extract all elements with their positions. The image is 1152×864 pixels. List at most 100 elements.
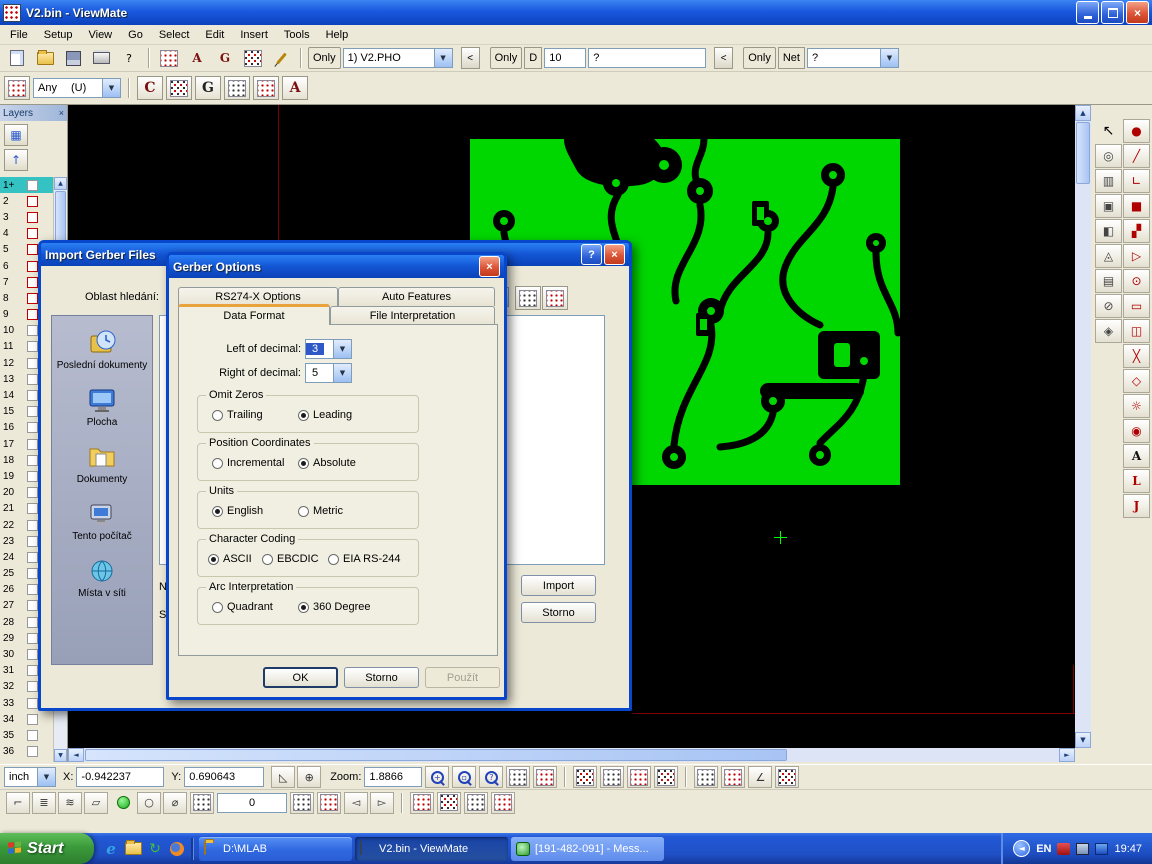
ok-button[interactable]: OK [263,667,338,688]
scroll-up-icon[interactable]: ▲ [54,177,67,190]
tool-button[interactable]: ● [1123,119,1150,143]
dcode-display-button[interactable] [694,766,718,788]
layer-color-swatch[interactable] [27,455,38,466]
scroll-left-icon[interactable]: ◄ [68,748,84,762]
layer-color-swatch[interactable] [27,503,38,514]
table-button[interactable] [190,792,214,814]
tool-button[interactable]: ◈ [1095,319,1122,343]
radio-absolute[interactable]: Absolute [298,457,356,469]
layer-color-swatch[interactable] [27,374,38,385]
scroll-up-icon[interactable]: ▲ [1075,105,1091,121]
layer-color-swatch[interactable] [27,309,38,320]
layer-color-swatch[interactable] [27,212,38,223]
aperture-g-button[interactable]: G [212,46,238,70]
pattern-button[interactable] [410,792,434,814]
chevron-down-icon[interactable]: ▼ [102,79,120,97]
tab-file-interpretation[interactable]: File Interpretation [330,306,495,325]
grid-filter-button[interactable] [166,76,192,100]
new-file-button[interactable] [4,46,30,70]
radio-ebcdic[interactable]: EBCDIC [262,553,319,565]
radio-incremental[interactable]: Incremental [212,457,284,469]
views-menu-button[interactable] [542,286,568,310]
grid-snap-button[interactable] [533,766,557,788]
menu-item[interactable]: File [2,27,36,43]
refresh-icon[interactable]: ↻ [146,840,164,858]
tool-button[interactable]: ◧ [1095,219,1122,243]
explorer-folder-icon[interactable] [124,840,142,858]
radio-360-degree[interactable]: 360 Degree [298,601,371,613]
radio-metric[interactable]: Metric [298,505,343,517]
radio-trailing[interactable]: Trailing [212,409,263,421]
context-help-button[interactable]: ? [116,46,142,70]
network-status-icon[interactable] [1095,843,1108,855]
tool-button[interactable]: ☼ [1123,394,1150,418]
task-mlab-folder[interactable]: D:\MLAB [199,837,352,861]
tool-button[interactable]: ◬ [1095,244,1122,268]
selection-filter-button[interactable] [4,76,30,100]
tool-button[interactable]: ↖ [1095,119,1122,143]
right-of-decimal-combobox[interactable]: 5 ▼ [305,363,352,383]
minimize-button[interactable] [1076,1,1099,24]
layer-color-swatch[interactable] [27,665,38,676]
zoom-in-button[interactable]: + [425,766,449,788]
layer-color-swatch[interactable] [27,325,38,336]
dcode-display-button[interactable] [573,766,597,788]
layer-color-swatch[interactable] [27,552,38,563]
task-messenger[interactable]: [191-482-091] - Mess... [511,837,664,861]
nudge-button[interactable]: ▻ [370,792,394,814]
menu-item[interactable]: View [80,27,120,43]
internet-explorer-icon[interactable]: e [102,840,120,858]
pattern-button[interactable] [437,792,461,814]
layer-color-swatch[interactable] [27,520,38,531]
layer-color-swatch[interactable] [27,422,38,433]
firefox-icon[interactable] [168,840,186,858]
vertical-scrollbar[interactable]: ▲ ▼ [1075,105,1091,748]
layer-color-swatch[interactable] [27,471,38,482]
filter-combobox[interactable]: Any (U) ▼ [33,78,121,98]
menu-item[interactable]: Tools [276,27,318,43]
dcode-display-button[interactable] [721,766,745,788]
tool-button[interactable]: ■ [1123,194,1150,218]
prev-dcode-button[interactable]: < [714,47,733,69]
menu-item[interactable]: Select [151,27,198,43]
zoom-window-button[interactable]: ▫ [452,766,476,788]
grid-filter-button[interactable] [224,76,250,100]
place-network[interactable]: Místa v síti [54,552,150,603]
layer-color-swatch[interactable] [27,228,38,239]
nudge-button[interactable]: ◅ [344,792,368,814]
tool-button[interactable]: ◫ [1123,319,1150,343]
highlight-g-button[interactable]: G [195,76,221,100]
grid-filter-button[interactable] [253,76,279,100]
dcode-input[interactable]: 10 [544,48,586,68]
dcode-display-button[interactable] [654,766,678,788]
dialog-help-button[interactable]: ? [581,244,602,265]
layer-color-swatch[interactable] [27,698,38,709]
hidden-icons-chevron[interactable]: ◄ [1013,840,1030,857]
only-net-toggle[interactable]: Only [743,47,776,69]
tool-button[interactable]: ╳ [1123,344,1150,368]
net-combobox[interactable]: ? ▼ [807,48,899,68]
radio-quadrant[interactable]: Quadrant [212,601,273,613]
probe-tool-button[interactable]: ⌀ [163,792,187,814]
scroll-track[interactable] [788,748,1059,762]
options-close-button[interactable]: × [479,256,500,277]
dot-grid-button[interactable] [290,792,314,814]
layer-color-swatch[interactable] [27,487,38,498]
chevron-down-icon[interactable]: ▼ [37,768,55,786]
probe-tool-button[interactable]: ○ [137,792,161,814]
layer-row[interactable]: 2 [0,193,53,209]
horizontal-scroll-thumb[interactable] [85,749,787,761]
layer-color-swatch[interactable] [27,244,38,255]
menu-item[interactable]: Setup [36,27,81,43]
layer-color-swatch[interactable] [27,277,38,288]
layer-color-swatch[interactable] [27,617,38,628]
place-documents[interactable]: Dokumenty [54,438,150,489]
tray-display-icon[interactable] [1076,843,1089,855]
tool-button[interactable]: ⊘ [1095,294,1122,318]
only-layer-toggle[interactable]: Only [308,47,341,69]
import-cancel-button[interactable]: Storno [521,602,596,623]
scroll-track[interactable] [1075,185,1091,732]
layer-color-swatch[interactable] [27,261,38,272]
layer-color-swatch[interactable] [27,730,38,741]
tool-button[interactable]: ⊙ [1123,269,1150,293]
